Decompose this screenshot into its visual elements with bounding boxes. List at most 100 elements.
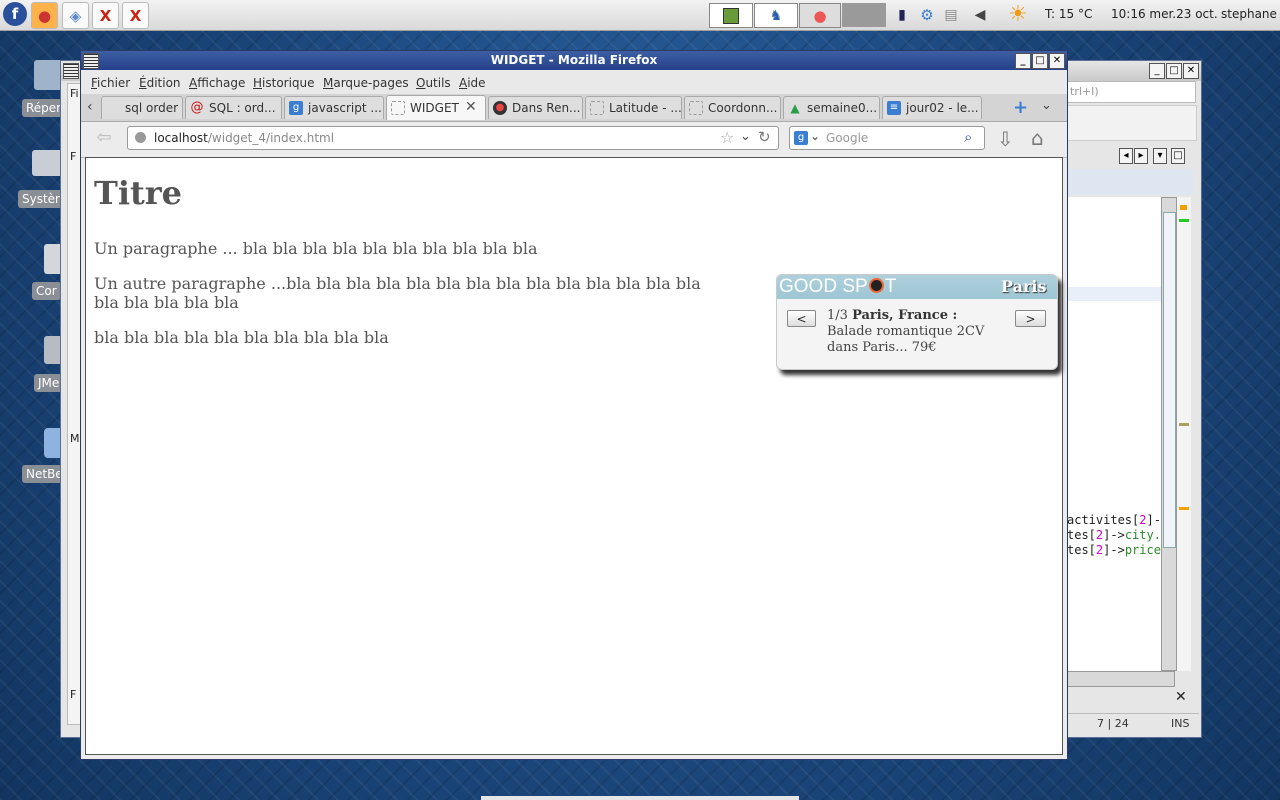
tab-latitude[interactable]: Latitude - ... — [585, 96, 682, 119]
scroll-right-icon[interactable]: ▸ — [1134, 148, 1148, 164]
paragraph-2-line: bla bla bla bla bla — [94, 293, 239, 312]
widget-offer-text: 1/3 Paris, France : Balade romantique 2C… — [827, 308, 1007, 356]
firefox-window[interactable]: WIDGET - Mozilla Firefox _ □ ✕ Fichier É… — [80, 50, 1068, 760]
reload-icon[interactable]: ↻ — [758, 128, 771, 146]
app-x2-launcher-icon[interactable]: X — [122, 2, 149, 29]
scrollbar-thumb[interactable] — [1163, 212, 1176, 548]
tab-close-icon[interactable]: ✕ — [465, 99, 477, 115]
firefox-launcher-icon[interactable]: ● — [31, 2, 58, 29]
volume-icon[interactable]: ◀ — [970, 3, 990, 26]
netbeans-launcher-icon[interactable]: ◈ — [62, 2, 89, 29]
search-input[interactable]: Google — [826, 131, 868, 145]
quick-search-field[interactable]: trl+I) — [1067, 81, 1196, 103]
printer-icon[interactable]: ▤ — [940, 3, 962, 26]
minimize-button[interactable]: _ — [1149, 63, 1165, 79]
logo-eye-icon — [868, 278, 884, 293]
app-x-launcher-icon[interactable]: X — [92, 2, 119, 29]
firefox-task-icon[interactable]: ● — [799, 3, 841, 28]
code-line: activites[2]-> — [1067, 513, 1168, 527]
home-icon[interactable]: ⌂ — [1031, 126, 1044, 150]
page-favicon-icon — [106, 101, 120, 115]
menu-aide[interactable]: Aide — [459, 76, 486, 90]
tab-coordonn[interactable]: Coordonn... — [684, 96, 781, 119]
close-button[interactable]: ✕ — [1049, 53, 1065, 69]
url-text[interactable]: localhost/widget_4/index.html — [154, 131, 334, 145]
menu-historique[interactable]: Historique — [253, 76, 315, 90]
tab-semaine[interactable]: ▲ semaine0... — [783, 96, 880, 119]
workspace-switcher-icon[interactable] — [709, 3, 753, 28]
editor-maximize-icon[interactable]: □ — [1171, 148, 1185, 164]
menu-affichage[interactable]: Affichage — [189, 76, 245, 90]
debian-favicon-icon: @ — [190, 100, 204, 115]
url-history-dropdown-icon[interactable]: ⌄ — [740, 129, 751, 144]
task-slot[interactable] — [842, 3, 886, 27]
editor-menu-icon[interactable]: ▾ — [1153, 148, 1167, 164]
code-editor[interactable]: activites[2]-> tes[2]->city. tes[2]->pri… — [1067, 197, 1168, 671]
site-identity-icon[interactable] — [135, 132, 146, 143]
google-favicon-icon: g — [289, 101, 303, 115]
scroll-left-icon[interactable]: ◂ — [1119, 148, 1133, 164]
bookmark-star-icon[interactable]: ☆ — [720, 128, 734, 147]
tab-label: semaine0... — [807, 101, 878, 115]
window-menu-icon[interactable] — [63, 63, 79, 79]
goodspot-widget: GOOD SP T Paris < > 1/3 Paris, France : B… — [776, 274, 1058, 370]
editor-vertical-scrollbar[interactable] — [1161, 197, 1177, 671]
menu-fichier[interactable]: Fichier — [91, 76, 130, 90]
network-icon[interactable]: ⚙ — [916, 3, 938, 26]
close-button[interactable]: ✕ — [1183, 63, 1199, 79]
code-line: tes[2]->price — [1067, 543, 1161, 557]
username-text[interactable]: stephane — [1221, 7, 1277, 21]
search-engine-google-icon[interactable]: g — [794, 131, 808, 145]
paragraph-3: bla bla bla bla bla bla bla bla bla bla — [94, 328, 389, 347]
output-close-icon[interactable]: ✕ — [1175, 689, 1187, 705]
list-all-tabs-icon[interactable]: ⌄ — [1041, 98, 1052, 113]
new-tab-icon[interactable]: + — [1013, 97, 1028, 118]
tab-label: Dans Ren... — [512, 101, 581, 115]
downloads-icon[interactable]: ⇩ — [997, 127, 1014, 151]
minimize-button[interactable]: _ — [1015, 53, 1031, 69]
quick-search-hint: trl+I) — [1070, 85, 1099, 98]
blank-favicon-icon — [689, 101, 703, 115]
current-line-highlight — [1067, 287, 1161, 301]
tab-sql-order[interactable]: sql order ... — [101, 96, 183, 119]
widget-next-button[interactable]: > — [1015, 310, 1046, 327]
code-text: activites[ — [1067, 513, 1140, 527]
tab-dans-ren[interactable]: ● Dans Ren... — [488, 96, 583, 119]
url-bar[interactable]: localhost/widget_4/index.html ☆ ⌄ ↻ — [127, 126, 779, 150]
blank-favicon-icon — [391, 101, 405, 115]
tab-jour02[interactable]: ≡ jour02 - le... — [882, 96, 982, 119]
logo-text: T — [884, 276, 897, 297]
menu-edition[interactable]: Édition — [139, 76, 181, 90]
maximize-button[interactable]: □ — [1032, 53, 1048, 69]
widget-prev-button[interactable]: < — [787, 310, 816, 327]
ok-mark[interactable] — [1179, 219, 1189, 222]
tab-widget[interactable]: WIDGET ✕ — [386, 95, 486, 120]
window-menu-icon[interactable] — [83, 53, 99, 69]
search-bar[interactable]: g ⌄ Google ⌕ — [789, 126, 985, 150]
warning-mark[interactable] — [1180, 205, 1187, 210]
widget-header: GOOD SP T Paris — [777, 275, 1057, 299]
error-stripe[interactable] — [1177, 197, 1191, 671]
menu-outils[interactable]: Outils — [416, 76, 451, 90]
tab-javascript[interactable]: g javascript ... — [284, 96, 384, 119]
page-content[interactable]: Titre Un paragraphe ... bla bla bla bla … — [85, 157, 1063, 755]
menu-marque-pages[interactable]: Marque-pages — [323, 76, 409, 90]
tab-sql-ord[interactable]: @ SQL : ord... — [185, 96, 282, 119]
navigation-bar: ⇦ localhost/widget_4/index.html ☆ ⌄ ↻ g … — [81, 122, 1067, 158]
back-button-icon[interactable]: ⇦ — [91, 127, 117, 151]
editor-nav-arrows[interactable]: ◂ ▸ ▾ □ — [1119, 148, 1195, 164]
maximize-button[interactable]: □ — [1166, 63, 1182, 79]
search-engine-dropdown-icon[interactable]: ⌄ — [810, 129, 820, 143]
tabs-scroll-left-icon[interactable]: ‹ — [87, 99, 93, 115]
search-go-icon[interactable]: ⌕ — [964, 128, 972, 146]
fedora-menu-icon[interactable]: f — [3, 2, 27, 26]
code-text: ]-> — [1103, 543, 1125, 557]
note-mark[interactable] — [1179, 423, 1189, 426]
widget-city: Paris — [1001, 277, 1047, 296]
firefox-titlebar[interactable]: WIDGET - Mozilla Firefox _ □ ✕ — [81, 51, 1067, 70]
desktop-icon-label: JMe — [34, 374, 64, 392]
clock-text[interactable]: 10:16 mer.23 oct. — [1111, 7, 1218, 21]
elephant-task-icon[interactable]: ♞ — [754, 3, 798, 28]
warning-mark[interactable] — [1179, 507, 1189, 510]
editor-horizontal-scrollbar[interactable] — [1067, 671, 1175, 687]
